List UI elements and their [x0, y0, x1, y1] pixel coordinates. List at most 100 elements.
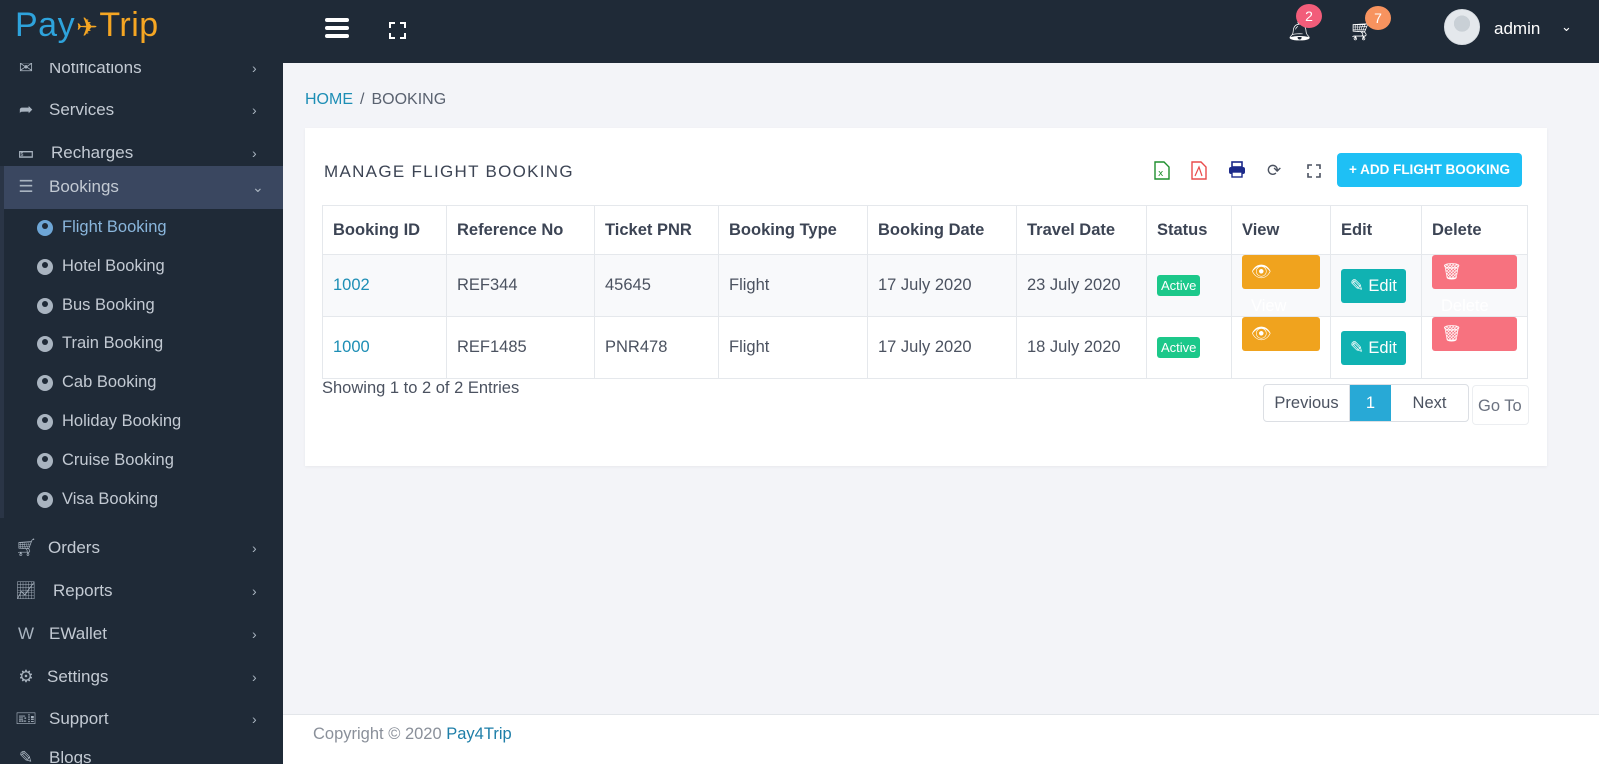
user-circle-icon [37, 414, 53, 430]
travel-date: 23 July 2020 [1016, 254, 1147, 317]
ticket-pnr: PNR478 [594, 316, 719, 379]
server-icon: ☰ [18, 177, 34, 196]
edit-button[interactable]: ✎ Edit [1341, 268, 1406, 303]
logo-trip: Trip [99, 6, 159, 44]
view-button[interactable]: 👁︎ View [1242, 255, 1320, 315]
sidebar-item-bookings[interactable]: ☰ Bookings ⌄ [0, 166, 283, 209]
notification-badge: 2 [1296, 4, 1322, 28]
print-icon[interactable] [1228, 161, 1246, 183]
breadcrumb-home[interactable]: HOME [305, 91, 353, 108]
footer: Copyright © 2020 Pay4Trip [283, 714, 1599, 764]
col-edit: Edit [1330, 205, 1422, 255]
user-menu[interactable]: admin [1494, 19, 1540, 39]
sidebar-item-support[interactable]: 🎫︎ Support › [0, 699, 283, 741]
chevron-right-icon: › [252, 540, 257, 556]
sidebar-item-ewallet[interactable]: W EWallet › [0, 614, 283, 656]
pdf-icon[interactable] [1191, 161, 1207, 185]
booking-id-link[interactable]: 1000 [322, 316, 447, 379]
view-button[interactable]: 👁︎ View [1242, 317, 1320, 377]
sidebar-item-blogs[interactable]: ✎ Blogs [0, 738, 283, 764]
money-icon: 💵︎ [18, 143, 34, 162]
sidebar-item-notifications[interactable]: ✉ Notifications › [0, 63, 283, 90]
sidebar-sub-train-booking[interactable]: Train Booking [0, 327, 283, 363]
col-reference-no[interactable]: Reference No [446, 205, 595, 255]
booking-type: Flight [718, 254, 868, 317]
refresh-icon[interactable]: ⟳ [1267, 161, 1281, 181]
booking-type: Flight [718, 316, 868, 379]
sidebar-sub-flight-booking[interactable]: Flight Booking [0, 211, 283, 247]
sidebar-item-services[interactable]: ➦ Services › [0, 90, 283, 132]
menu-toggle-icon[interactable] [325, 18, 349, 38]
reference-no: REF344 [446, 254, 595, 317]
travel-date: 18 July 2020 [1016, 316, 1147, 379]
sidebar-sub-hotel-booking[interactable]: Hotel Booking [0, 250, 283, 286]
wallet-icon: W [17, 624, 35, 643]
svg-text:x: x [1158, 169, 1164, 179]
avatar[interactable] [1444, 9, 1480, 45]
chevron-right-icon: › [252, 63, 257, 76]
sidebar-sub-bus-booking[interactable]: Bus Booking [0, 289, 283, 325]
user-circle-icon [37, 375, 53, 391]
user-circle-icon [37, 298, 53, 314]
logo[interactable]: Pay✈Trip [15, 6, 159, 45]
page-1-button[interactable]: 1 [1350, 385, 1391, 421]
next-page-button[interactable]: Next [1391, 385, 1468, 421]
col-booking-id[interactable]: Booking ID [322, 205, 447, 255]
col-booking-date[interactable]: Booking Date [867, 205, 1017, 255]
chevron-right-icon: › [252, 583, 257, 599]
chevron-down-icon: ⌄ [252, 179, 264, 195]
eye-icon: 👁︎ [1251, 325, 1272, 343]
ticket-icon: 🎫︎ [15, 709, 37, 728]
sidebar-item-reports[interactable]: 📈︎ Reports › [0, 571, 283, 613]
sidebar-sub-visa-booking[interactable]: Visa Booking [0, 483, 283, 519]
edit-button[interactable]: ✎ Edit [1341, 330, 1406, 365]
share-icon: ➦ [18, 100, 34, 119]
breadcrumb-current: BOOKING [371, 91, 447, 108]
status-badge: Active [1157, 275, 1201, 296]
page-title: MANAGE FLIGHT BOOKING [324, 162, 574, 181]
chevron-right-icon: › [252, 669, 257, 685]
col-ticket-pnr[interactable]: Ticket PNR [594, 205, 719, 255]
delete-button[interactable]: 🗑︎ Delete [1432, 255, 1517, 315]
previous-page-button[interactable]: Previous [1264, 385, 1350, 421]
booking-table: Booking ID Reference No Ticket PNR Booki… [322, 205, 1528, 379]
sidebar-sub-cab-booking[interactable]: Cab Booking [0, 366, 283, 402]
chevron-right-icon: › [252, 711, 257, 727]
sidebar-sub-cruise-booking[interactable]: Cruise Booking [0, 444, 283, 480]
chevron-down-icon[interactable]: ⌄ [1561, 20, 1572, 35]
sidebar-sub-holiday-booking[interactable]: Holiday Booking [0, 405, 283, 441]
edit-icon: ✎ [1350, 338, 1369, 357]
trash-icon: 🗑︎ [1441, 263, 1462, 281]
sidebar: ✉ Notifications › ➦ Services › 💵︎ Rechar… [0, 63, 283, 764]
excel-icon[interactable]: x [1154, 161, 1170, 185]
status-badge: Active [1157, 337, 1201, 358]
ticket-pnr: 45645 [594, 254, 719, 317]
copyright-text: Copyright © 2020 [313, 725, 442, 743]
add-flight-booking-button[interactable]: + ADD FLIGHT BOOKING [1337, 153, 1522, 187]
col-status[interactable]: Status [1146, 205, 1232, 255]
col-booking-type[interactable]: Booking Type [718, 205, 868, 255]
pen-icon: ✎ [18, 748, 34, 764]
cart-badge: 7 [1365, 6, 1391, 30]
delete-button[interactable]: 🗑︎ Delete [1432, 317, 1517, 377]
fullscreen-icon[interactable] [1307, 163, 1321, 178]
chart-icon: 📈︎ [15, 581, 37, 600]
booking-id-link[interactable]: 1002 [322, 254, 447, 317]
gear-icon: ⚙ [18, 667, 34, 686]
logo-pay: Pay [15, 6, 76, 44]
user-circle-icon [37, 220, 53, 236]
top-bar: Pay✈Trip 🔔︎ 2 🛒︎ 7 admin ⌄ [0, 0, 1599, 63]
chevron-right-icon: › [252, 145, 257, 161]
col-view: View [1231, 205, 1331, 255]
fullscreen-icon[interactable] [389, 22, 406, 39]
envelope-icon: ✉ [18, 63, 34, 77]
booking-card: MANAGE FLIGHT BOOKING x ⟳ + ADD FLIGHT B… [305, 128, 1547, 466]
user-circle-icon [37, 492, 53, 508]
user-circle-icon [37, 259, 53, 275]
col-travel-date[interactable]: Travel Date [1016, 205, 1147, 255]
sidebar-item-settings[interactable]: ⚙ Settings › [0, 657, 283, 699]
footer-brand-link[interactable]: Pay4Trip [446, 725, 511, 743]
goto-page-input[interactable]: Go To [1472, 385, 1529, 425]
eye-icon: 👁︎ [1251, 263, 1272, 281]
sidebar-item-orders[interactable]: 🛒︎ Orders › [0, 528, 283, 570]
